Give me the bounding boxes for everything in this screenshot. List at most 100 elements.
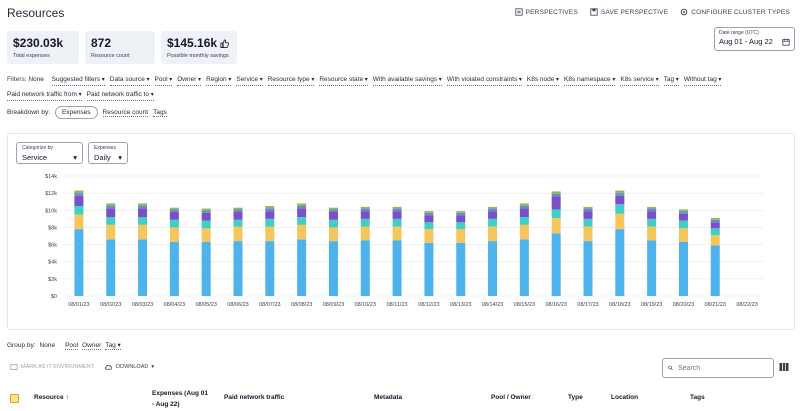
bar-segment[interactable] [392, 240, 402, 296]
bar-segment[interactable] [74, 193, 84, 196]
bar-segment[interactable] [297, 239, 307, 296]
bar-segment[interactable] [201, 242, 211, 296]
bar-segment[interactable] [360, 218, 370, 227]
perspectives-button[interactable]: PERSPECTIVES [515, 8, 578, 16]
bar-segment[interactable] [424, 222, 434, 230]
filter-pool[interactable]: Pool [154, 75, 173, 86]
bar-segment[interactable] [519, 224, 529, 240]
download-button[interactable]: DOWNLOAD ▾ [104, 363, 154, 371]
bar-segment[interactable] [519, 239, 529, 296]
bar-segment[interactable] [647, 206, 657, 209]
column-resource[interactable]: Resource ↑ [34, 394, 69, 401]
bar-segment[interactable] [265, 218, 275, 227]
column-tags[interactable]: Tags [690, 394, 705, 401]
bar-segment[interactable] [169, 209, 179, 212]
resource-count-card[interactable]: 872 Resource count [85, 31, 155, 64]
bar-segment[interactable] [647, 218, 657, 227]
bar-segment[interactable] [456, 222, 466, 230]
breakdown-tags[interactable]: Tags [153, 109, 167, 117]
bar-segment[interactable] [392, 226, 402, 241]
bar-segment[interactable] [233, 219, 243, 227]
bar-segment[interactable] [488, 226, 498, 242]
bar-segment[interactable] [615, 193, 625, 196]
filter-resource-state[interactable]: Resource state [319, 75, 368, 86]
bar-segment[interactable] [360, 211, 370, 219]
bar-segment[interactable] [456, 229, 466, 243]
bar-segment[interactable] [297, 203, 307, 206]
bar-segment[interactable] [169, 227, 179, 242]
bar-segment[interactable] [297, 208, 307, 218]
bar-segment[interactable] [456, 212, 466, 216]
bar-segment[interactable] [74, 229, 84, 296]
bar-segment[interactable] [265, 211, 275, 219]
bar-segment[interactable] [424, 211, 434, 213]
bar-segment[interactable] [488, 211, 498, 219]
bar-segment[interactable] [424, 242, 434, 296]
bar-segment[interactable] [678, 228, 688, 242]
bar-segment[interactable] [583, 218, 593, 227]
bar-segment[interactable] [551, 209, 561, 218]
bar-segment[interactable] [360, 240, 370, 296]
bar-segment[interactable] [360, 226, 370, 241]
bar-segment[interactable] [551, 194, 561, 197]
bar-segment[interactable] [201, 228, 211, 242]
bar-segment[interactable] [74, 195, 84, 206]
bar-segment[interactable] [710, 235, 720, 246]
bar-segment[interactable] [265, 226, 275, 242]
filter-region[interactable]: Region [206, 75, 232, 86]
bar-segment[interactable] [710, 222, 720, 229]
bar-segment[interactable] [583, 241, 593, 296]
bar-segment[interactable] [265, 206, 275, 209]
bar-segment[interactable] [328, 219, 338, 228]
bar-segment[interactable] [233, 226, 243, 242]
bar-segment[interactable] [169, 212, 179, 220]
configure-cluster-types-button[interactable]: CONFIGURE CLUSTER TYPES [680, 8, 790, 16]
bar-segment[interactable] [456, 211, 466, 213]
bar-segment[interactable] [551, 191, 561, 194]
bar-segment[interactable] [583, 208, 593, 212]
bar-segment[interactable] [519, 208, 529, 218]
filter-suggested-filters[interactable]: Suggested filters [51, 75, 105, 86]
bar-segment[interactable] [74, 206, 84, 215]
save-perspective-button[interactable]: SAVE PERSPECTIVE [590, 8, 668, 16]
filter-resource-type[interactable]: Resource type [267, 75, 315, 86]
filter-tag[interactable]: Tag [663, 75, 679, 86]
search-box[interactable] [662, 358, 774, 378]
bar-segment[interactable] [678, 242, 688, 296]
bar-segment[interactable] [74, 214, 84, 230]
bar-segment[interactable] [297, 206, 307, 209]
bar-segment[interactable] [488, 206, 498, 209]
bar-segment[interactable] [488, 208, 498, 212]
bar-segment[interactable] [519, 203, 529, 206]
breakdown-resource-count[interactable]: Resource count [102, 109, 149, 117]
bar-segment[interactable] [106, 217, 116, 225]
bar-segment[interactable] [551, 233, 561, 296]
bar-segment[interactable] [106, 224, 116, 240]
bar-segment[interactable] [328, 212, 338, 220]
bar-segment[interactable] [233, 241, 243, 296]
column-settings-icon[interactable] [779, 362, 789, 372]
bar-segment[interactable] [392, 206, 402, 209]
filter-k8s-node[interactable]: K8s node [526, 75, 560, 86]
bar-segment[interactable] [519, 206, 529, 209]
bar-segment[interactable] [551, 218, 561, 234]
select-all-checkbox[interactable] [10, 394, 19, 403]
possible-savings-card[interactable]: $145.16k Possible monthly savings [161, 31, 237, 64]
bar-segment[interactable] [360, 206, 370, 209]
bar-segment[interactable] [328, 241, 338, 296]
bar-segment[interactable] [678, 209, 688, 212]
bar-segment[interactable] [392, 208, 402, 212]
bar-segment[interactable] [456, 215, 466, 223]
bar-segment[interactable] [138, 206, 148, 209]
bar-segment[interactable] [169, 207, 179, 210]
column-paid-network-traffic[interactable]: Paid network traffic [224, 394, 284, 401]
bar-segment[interactable] [328, 209, 338, 212]
bar-segment[interactable] [456, 242, 466, 296]
bar-segment[interactable] [201, 212, 211, 221]
bar-segment[interactable] [138, 224, 148, 240]
filter-with-available-savings[interactable]: With available savings [372, 75, 442, 86]
bar-segment[interactable] [392, 218, 402, 227]
column-expenses[interactable]: Expenses (Aug 01 - Aug 22) [152, 388, 210, 410]
bar-segment[interactable] [583, 206, 593, 209]
group-by-pool[interactable]: Pool [65, 342, 79, 350]
